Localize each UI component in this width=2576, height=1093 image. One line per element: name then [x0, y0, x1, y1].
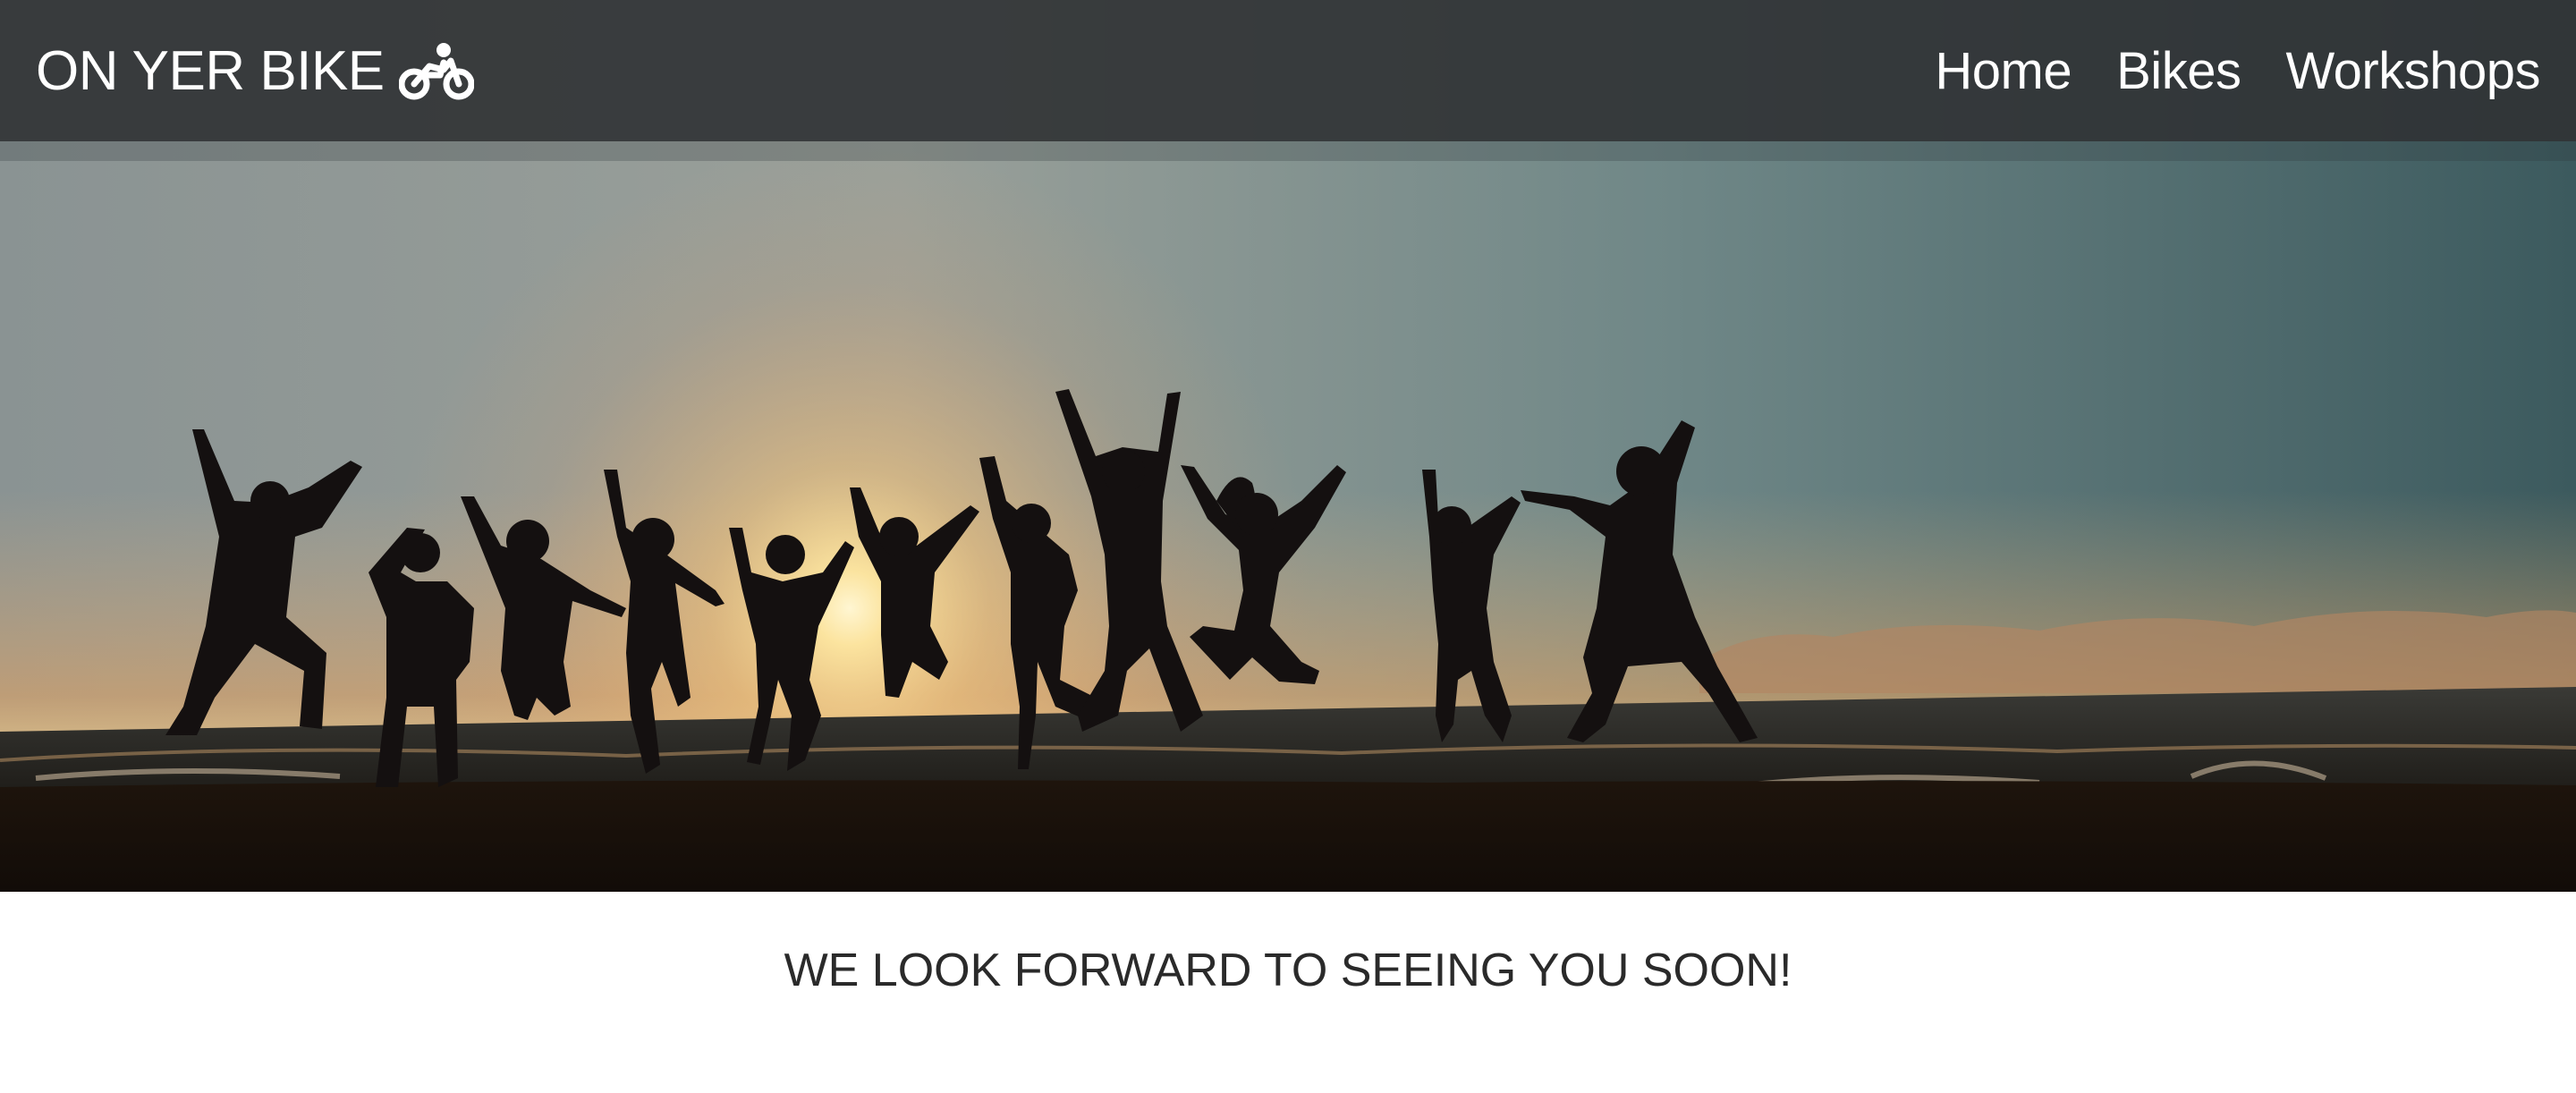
nav-links: Home Bikes Workshops — [1935, 41, 2540, 101]
motorcycle-icon — [398, 39, 474, 102]
nav-link-home[interactable]: Home — [1935, 41, 2072, 101]
navbar: ON YER BIKE Home Bikes Workshops — [0, 0, 2576, 141]
nav-link-bikes[interactable]: Bikes — [2116, 41, 2241, 101]
nav-link-workshops[interactable]: Workshops — [2285, 41, 2540, 101]
tagline-section: WE LOOK FORWARD TO SEEING YOU SOON! — [0, 892, 2576, 1093]
brand-name: ON YER BIKE — [36, 39, 385, 102]
brand-link[interactable]: ON YER BIKE — [36, 39, 474, 103]
tagline: WE LOOK FORWARD TO SEEING YOU SOON! — [784, 945, 1792, 997]
